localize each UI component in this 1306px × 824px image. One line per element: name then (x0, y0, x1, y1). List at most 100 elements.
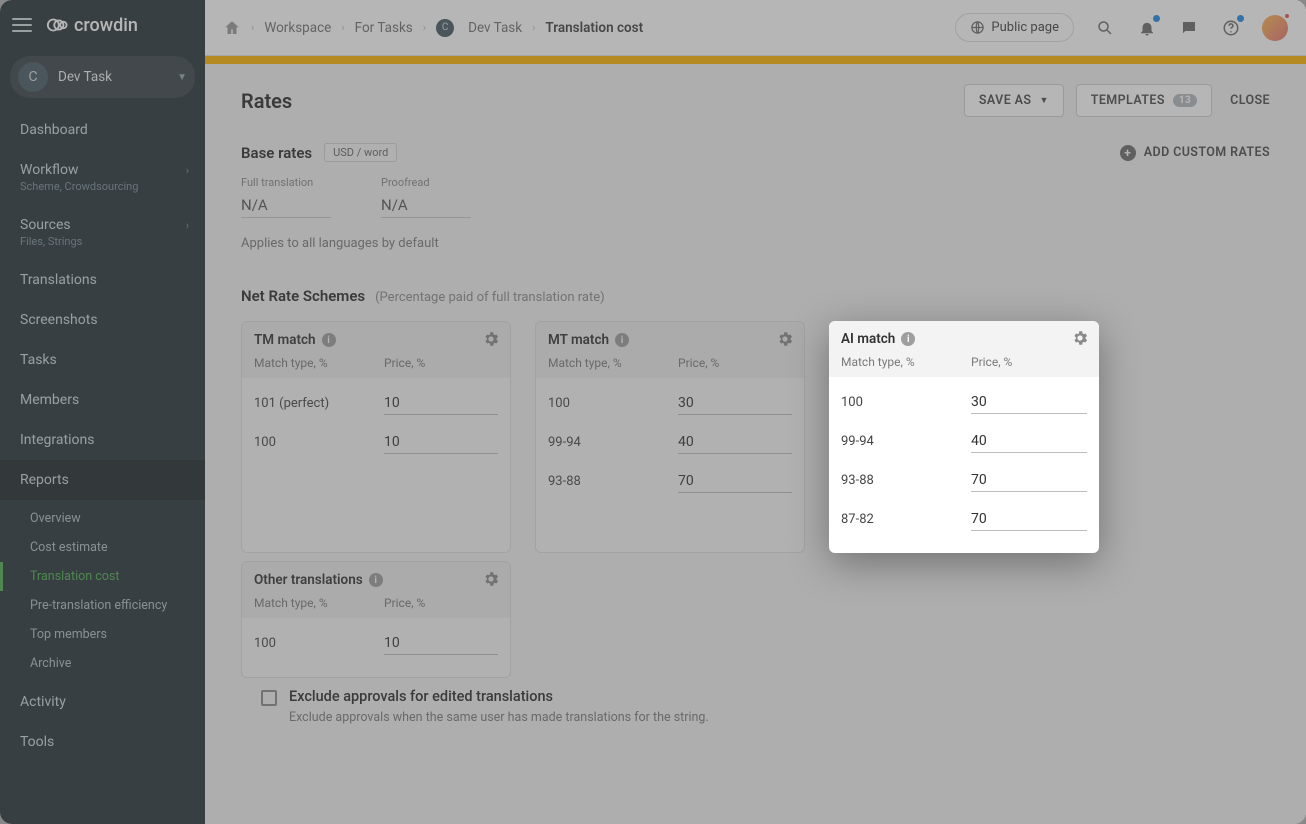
price-input[interactable] (384, 431, 498, 454)
rate-row: 100 (254, 423, 498, 462)
chevron-right-icon: › (532, 21, 535, 34)
gear-icon[interactable] (482, 570, 500, 588)
price-input[interactable] (384, 632, 498, 655)
user-avatar[interactable] (1262, 15, 1288, 41)
rate-row: 99-94 (548, 423, 792, 462)
sidebar-subitem-translation-cost[interactable]: Translation cost (0, 562, 205, 591)
breadcrumb-workspace[interactable]: Workspace (264, 20, 331, 36)
save-as-button[interactable]: SAVE AS ▼ (964, 84, 1064, 117)
sidebar-item-workflow[interactable]: WorkflowScheme, Crowdsourcing› (0, 150, 205, 205)
home-icon[interactable] (223, 19, 241, 37)
col-price: Price, % (384, 596, 425, 610)
rate-row: 101 (perfect) (254, 384, 498, 423)
project-name: Dev Task (58, 69, 167, 85)
price-input[interactable] (971, 430, 1087, 453)
applies-note: Applies to all languages by default (241, 236, 1270, 251)
notifications-icon[interactable] (1136, 17, 1158, 39)
sidebar-item-reports[interactable]: Reports (0, 460, 205, 500)
breadcrumb-current: Translation cost (545, 20, 643, 36)
price-input[interactable] (384, 392, 498, 415)
match-type-label: 100 (254, 435, 384, 450)
help-icon[interactable] (1220, 17, 1242, 39)
full-translation-input[interactable]: N/A (241, 193, 331, 218)
sidebar-item-translations[interactable]: Translations (0, 260, 205, 300)
messages-icon[interactable] (1178, 17, 1200, 39)
sidebar-subitem-archive[interactable]: Archive (0, 649, 205, 678)
sidebar-subitem-pre-translation-efficiency[interactable]: Pre-translation efficiency (0, 591, 205, 620)
rate-row: 93-88 (841, 461, 1087, 500)
proofread-label: Proofread (381, 176, 471, 189)
notification-dot (1237, 15, 1244, 22)
sidebar-item-tasks[interactable]: Tasks (0, 340, 205, 380)
breadcrumb-project-avatar: C (436, 19, 454, 37)
sidebar-item-activity[interactable]: Activity (0, 682, 205, 722)
exclude-subtitle: Exclude approvals when the same user has… (289, 710, 1270, 725)
price-input[interactable] (678, 431, 792, 454)
match-type-label: 87-82 (841, 512, 971, 527)
unit-chip[interactable]: USD / word (324, 143, 397, 162)
price-input[interactable] (971, 508, 1087, 531)
chevron-right-icon: › (423, 21, 426, 34)
gear-icon[interactable] (482, 330, 500, 348)
page-title: Rates (241, 89, 292, 113)
match-type-label: 99-94 (841, 434, 971, 449)
breadcrumb-group[interactable]: For Tasks (355, 20, 413, 36)
exclude-title: Exclude approvals for edited translation… (289, 688, 553, 705)
templates-button[interactable]: TEMPLATES 13 (1076, 84, 1212, 117)
chevron-down-icon: ▼ (177, 72, 187, 83)
sidebar-item-integrations[interactable]: Integrations (0, 420, 205, 460)
match-type-label: 100 (548, 396, 678, 411)
rate-row: 87-82 (841, 500, 1087, 539)
info-icon[interactable]: i (322, 333, 336, 347)
chevron-right-icon: › (186, 164, 189, 177)
match-type-label: 100 (254, 636, 384, 651)
gear-icon[interactable] (1071, 329, 1089, 347)
add-custom-rates-button[interactable]: + ADD CUSTOM RATES (1120, 145, 1270, 161)
col-price: Price, % (678, 356, 719, 370)
chevron-down-icon: ▼ (1039, 95, 1048, 106)
plus-icon: + (1120, 145, 1136, 161)
col-match-type: Match type, % (548, 356, 678, 370)
close-button[interactable]: CLOSE (1230, 93, 1270, 108)
info-icon[interactable]: i (901, 332, 915, 346)
card-title-mt: MT match (548, 332, 609, 348)
info-icon[interactable]: i (369, 573, 383, 587)
project-switcher[interactable]: C Dev Task ▼ (10, 56, 195, 98)
proofread-input[interactable]: N/A (381, 193, 471, 218)
price-input[interactable] (971, 469, 1087, 492)
brand-logo[interactable]: crowdin (46, 14, 138, 36)
price-input[interactable] (971, 391, 1087, 414)
rate-row: 93-88 (548, 462, 792, 501)
breadcrumb: › Workspace › For Tasks › C Dev Task › T… (223, 19, 643, 37)
project-avatar: C (18, 62, 48, 92)
info-icon[interactable]: i (615, 333, 629, 347)
rate-row: 99-94 (841, 422, 1087, 461)
breadcrumb-project[interactable]: Dev Task (468, 20, 522, 36)
gear-icon[interactable] (776, 330, 794, 348)
sidebar-item-tools[interactable]: Tools (0, 722, 205, 762)
net-rate-title: Net Rate Schemes (241, 287, 365, 305)
sidebar-item-members[interactable]: Members (0, 380, 205, 420)
card-ai: AI match i Match type, % Price, % 100 99… (829, 321, 1099, 553)
search-icon[interactable] (1094, 17, 1116, 39)
notification-dot (1153, 15, 1160, 22)
sidebar-item-screenshots[interactable]: Screenshots (0, 300, 205, 340)
sidebar-item-sources[interactable]: SourcesFiles, Strings› (0, 205, 205, 260)
main-content: Rates SAVE AS ▼ TEMPLATES 13 CLOSE Base … (205, 56, 1306, 824)
card-tm: TM match i Match type, % Price, % 101 (p… (241, 321, 511, 553)
templates-count-badge: 13 (1173, 94, 1197, 107)
sidebar-subitem-cost-estimate[interactable]: Cost estimate (0, 533, 205, 562)
sidebar-subitem-overview[interactable]: Overview (0, 504, 205, 533)
sidebar-item-dashboard[interactable]: Dashboard (0, 110, 205, 150)
accent-bar (205, 56, 1306, 64)
price-input[interactable] (678, 392, 792, 415)
public-page-button[interactable]: Public page (955, 13, 1074, 42)
match-type-label: 93-88 (548, 474, 678, 489)
sidebar-subitem-top-members[interactable]: Top members (0, 620, 205, 649)
rate-row: 100 (254, 624, 498, 663)
menu-icon[interactable] (12, 18, 32, 32)
col-match-type: Match type, % (254, 356, 384, 370)
topbar: › Workspace › For Tasks › C Dev Task › T… (205, 0, 1306, 56)
exclude-checkbox[interactable] (261, 690, 277, 706)
price-input[interactable] (678, 470, 792, 493)
